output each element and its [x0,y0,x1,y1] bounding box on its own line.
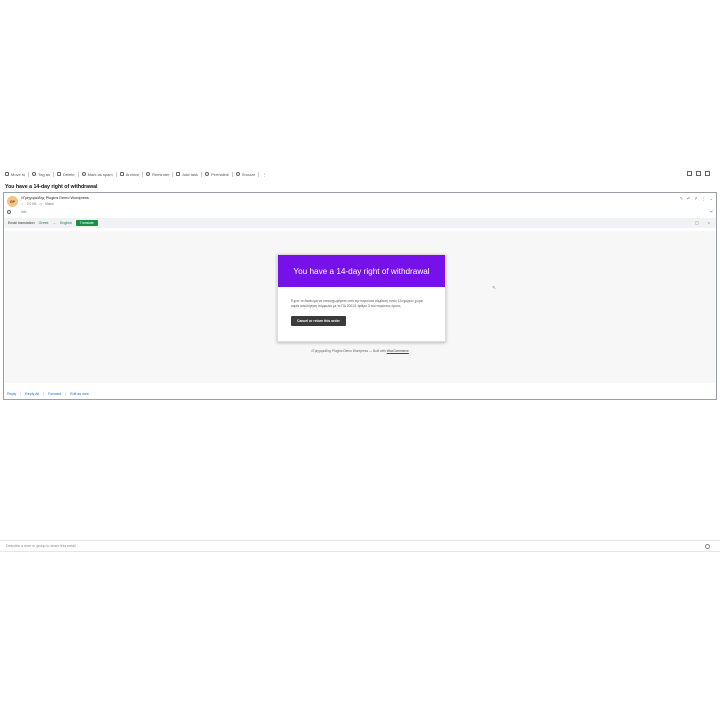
cancel-order-button[interactable]: Cancel or return this order [291,316,346,326]
source-language-select[interactable]: Greek [39,221,49,225]
reply-bar: Reply | Reply All | Forward | Edit as ne… [7,392,89,396]
reply-all-link[interactable]: Reply All [25,392,39,396]
tag-as-button[interactable]: Tag as [32,172,50,177]
translation-label: Email translation [8,221,35,225]
arrow-icon: → [52,221,56,225]
reply-icon[interactable]: ↰ [680,196,683,201]
translate-button[interactable]: Translate [75,220,98,226]
message-subject: You have a 14-day right of withdrawal [5,184,98,190]
message-header: GP //Γρηγοριάδης Plugins Demo Wordpress … [4,193,716,217]
reply-all-icon[interactable]: ↶ [687,196,690,201]
translation-bar: Email translation Greek → English Transl… [4,218,716,228]
email-heading: You have a 14-day right of withdrawal [278,255,445,287]
forward-icon[interactable]: ↱ [694,196,697,201]
sender-name[interactable]: //Γρηγοριάδης Plugins Demo Wordpress [21,196,89,200]
snooze-button[interactable]: Snooze [235,172,255,177]
more-icon[interactable]: ⋮ [702,196,706,201]
message-time: Match [45,202,54,206]
share-input[interactable]: Describe a user or group to share this e… [6,544,76,548]
tag-icon [32,172,37,176]
message-size: 2.0 KB [26,202,37,206]
edit-as-new-link[interactable]: Edit as new [70,392,89,396]
mouse-cursor-icon: ⇖ [492,285,497,291]
clock-icon [146,172,151,176]
snooze-icon [235,172,240,176]
email-card: You have a 14-day right of withdrawal Έχ… [277,254,446,342]
avatar: GP [7,196,18,207]
forward-link[interactable]: Forward [48,392,61,396]
move-to-button[interactable]: Move to [5,172,25,177]
print-icon[interactable] [696,171,701,176]
settings-icon[interactable]: ▢ [695,220,699,225]
add-task-button[interactable]: Add task [176,172,198,177]
archive-button[interactable]: Archive [119,172,139,177]
share-icon[interactable]: ≺ [710,209,713,214]
permalink-button[interactable]: Permalink [204,172,229,177]
check-icon [176,172,181,176]
footer-link[interactable]: WooCommerce [387,349,409,353]
spam-icon [81,172,86,176]
close-icon[interactable] [705,171,710,176]
reminder-button[interactable]: Reminder [146,172,169,177]
target-language-select[interactable]: English [60,221,72,225]
trash-icon [57,172,62,176]
delete-button[interactable]: Delete [57,172,75,177]
clock-icon: ◷ [39,202,43,206]
message-body: You have a 14-day right of withdrawal Έχ… [4,231,716,383]
share-settings-icon[interactable] [705,544,710,549]
more-button[interactable]: ⋮ [262,172,266,177]
folder-icon [5,172,9,176]
recipient[interactable]: Info [21,210,26,214]
footer-text: //Γρηγοριάδης Plugins Demo Wordpress — B… [311,349,386,353]
header-actions: ↰ ↶ ↱ ⋮ ⌄ [680,196,713,201]
email-footer: //Γρηγοριάδης Plugins Demo Wordpress — B… [4,349,716,353]
close-translation-icon[interactable]: × [708,220,710,225]
share-row: Describe a user or group to share this e… [0,540,720,552]
recipient-icon [7,210,11,214]
message-toolbar: Move to Tag as Delete Mark as spam Archi… [0,168,720,180]
message-view: GP //Γρηγοριάδης Plugins Demo Wordpress … [3,192,717,400]
email-body-text: Έχετε το δικαίωμα να υπαναχωρήσετε από τ… [291,299,424,308]
reply-link[interactable]: Reply [7,392,16,396]
star-icon[interactable]: ☆ [21,202,24,206]
expand-icon[interactable] [687,171,692,176]
mark-spam-button[interactable]: Mark as spam [81,172,113,177]
archive-icon [119,172,124,176]
link-icon [204,172,209,176]
chevron-down-icon[interactable]: ⌄ [710,196,713,201]
message-meta: ☆ 2.0 KB ◷ Match [21,202,54,206]
